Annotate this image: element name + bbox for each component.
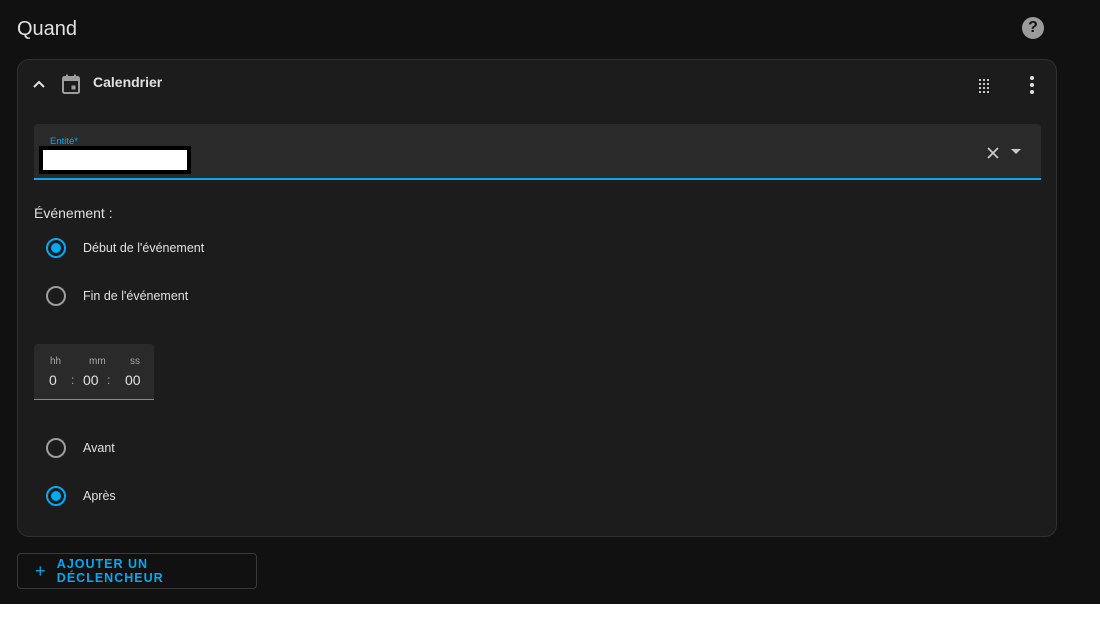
- radio-label: Début de l'événement: [83, 241, 205, 255]
- add-trigger-label: AJOUTER UN DÉCLENCHEUR: [56, 557, 164, 585]
- more-vertical-icon[interactable]: [1022, 74, 1042, 96]
- radio-event-start[interactable]: Début de l'événement: [46, 236, 204, 260]
- trigger-card-header[interactable]: Calendrier: [18, 60, 1056, 110]
- add-trigger-button[interactable]: + AJOUTER UN DÉCLENCHEUR: [17, 553, 257, 589]
- help-icon[interactable]: ?: [1022, 17, 1044, 39]
- time-separator: :: [107, 373, 111, 387]
- entity-value-redacted[interactable]: [39, 146, 191, 174]
- radio-button[interactable]: [46, 286, 66, 306]
- offset-duration-input[interactable]: hh mm ss 0 : 00 : 00: [34, 344, 154, 400]
- radio-label: Avant: [83, 441, 115, 455]
- radio-before[interactable]: Avant: [46, 436, 115, 460]
- clear-icon[interactable]: [986, 146, 1000, 160]
- drag-handle-icon[interactable]: [976, 76, 994, 94]
- radio-button[interactable]: [46, 438, 66, 458]
- event-label: Événement :: [34, 205, 113, 221]
- hours-unit-label: hh: [50, 356, 62, 367]
- minutes-input[interactable]: 00: [83, 372, 99, 388]
- trigger-card: Calendrier Entité* Événement: Début de …: [17, 59, 1057, 537]
- radio-label: Après: [83, 489, 116, 503]
- automation-editor: Quand ? Calendrier Entité* Événement: D…: [0, 0, 1100, 604]
- radio-event-end[interactable]: Fin de l'événement: [46, 284, 188, 308]
- seconds-input[interactable]: 00: [125, 372, 141, 388]
- section-title: Quand: [17, 18, 78, 40]
- plus-icon: +: [35, 561, 46, 581]
- dropdown-arrow-icon[interactable]: [1011, 149, 1021, 155]
- chevron-up-icon[interactable]: [30, 76, 48, 94]
- entity-field[interactable]: Entité*: [34, 124, 1041, 180]
- calendar-icon: [62, 74, 80, 94]
- time-separator: :: [71, 373, 75, 387]
- radio-button[interactable]: [46, 486, 66, 506]
- minutes-unit-label: mm: [89, 356, 106, 367]
- hours-input[interactable]: 0: [49, 372, 57, 388]
- radio-button[interactable]: [46, 238, 66, 258]
- radio-label: Fin de l'événement: [83, 289, 189, 303]
- radio-after[interactable]: Après: [46, 484, 116, 508]
- trigger-card-title: Calendrier: [93, 74, 163, 90]
- seconds-unit-label: ss: [130, 356, 140, 367]
